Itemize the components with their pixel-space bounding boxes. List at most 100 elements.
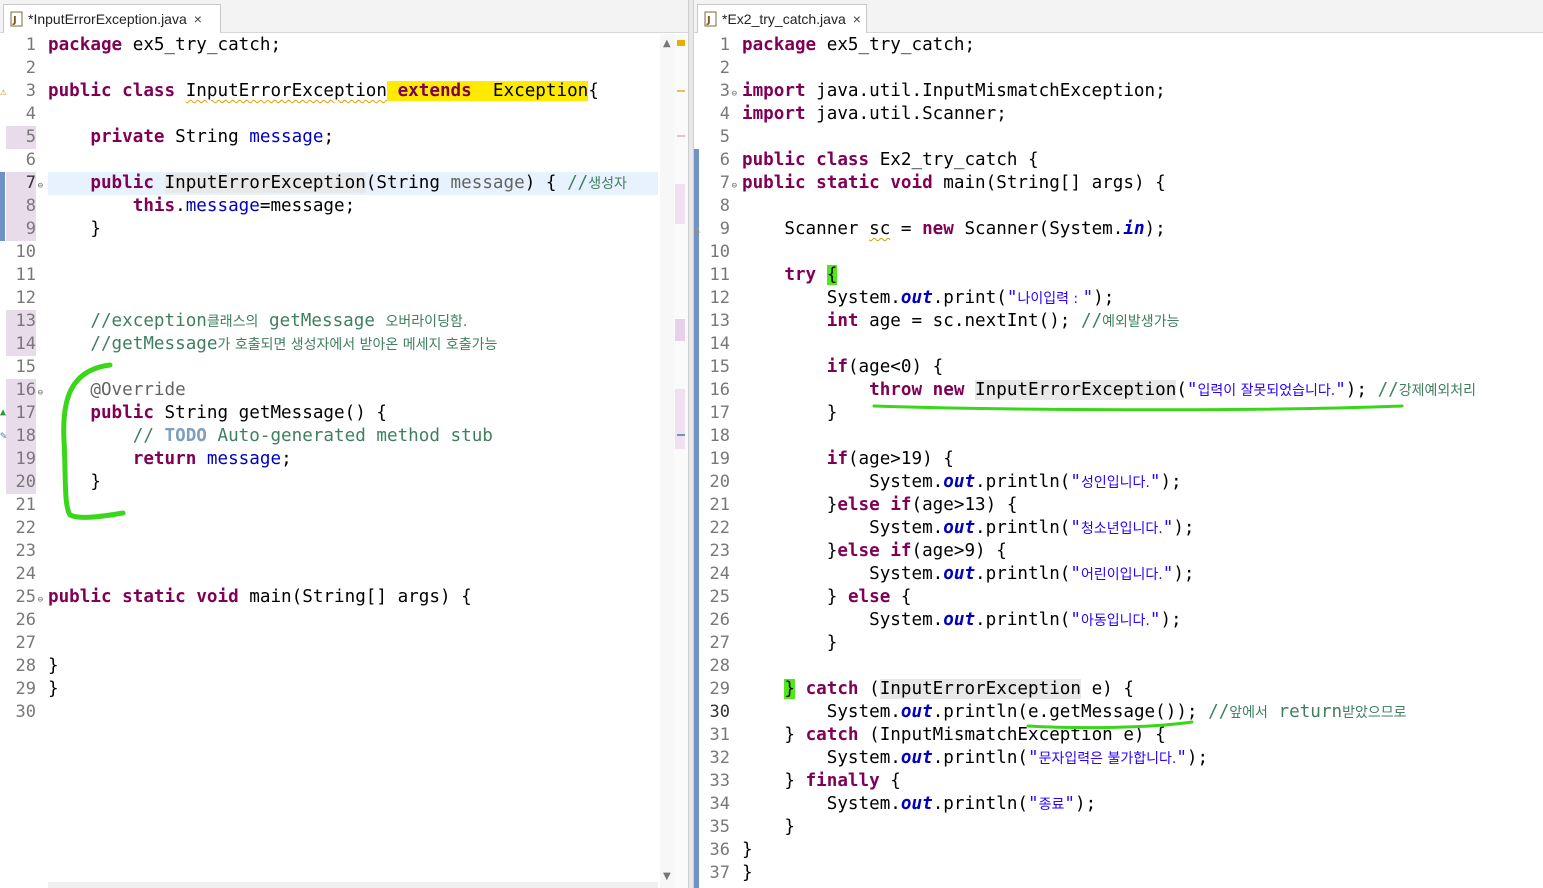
line-number: 18 [6,425,36,448]
line-number: 18 [709,426,730,446]
line-number: 24 [709,564,730,584]
line-number: 1 [25,35,36,55]
left-vertical-scrollbar[interactable]: ▲ ▼ [660,34,674,888]
line-number: 4 [719,104,730,124]
line-number: 17 [6,402,36,425]
left-editor-pane: J *InputErrorException.java × 1 2 3 4 5 6 7 ⊖ 8 9… [0,0,688,888]
line-number: 23 [709,541,730,561]
line-number: 19 [709,449,730,469]
line-number: 16 [709,380,730,400]
line-number: 31 [709,725,730,745]
line-number: 11 [15,265,36,285]
line-number: 3 ⊖ [700,80,737,103]
line-number: 27 [709,633,730,653]
line-number: 22 [15,518,36,538]
svg-text:J: J [12,15,17,26]
line-number: 6 [719,150,730,170]
tab-title: *InputErrorException.java [28,11,187,27]
line-number: 25 ⊖ [6,586,43,609]
line-number: 29 [709,679,730,699]
line-number: 21 [709,495,730,515]
line-number: 12 [15,288,36,308]
line-number: 13 [709,311,730,331]
line-number: 9 [6,218,36,241]
warning-icon: ⚠ [0,85,7,98]
right-code-text[interactable]: package ex5_try_catch; import java.util.… [742,34,1527,888]
line-number: 32 [709,748,730,768]
tab-input-error-exception[interactable]: J *InputErrorException.java × [3,4,221,33]
line-number: 28 [709,656,730,676]
line-number: 5 [6,126,36,149]
line-number: 26 [15,610,36,630]
line-number: 7 ⊖ [700,172,737,195]
left-code-editor[interactable]: 1 2 3 4 5 6 7 ⊖ 8 9 10 11 12 13 14 15 16 ⊖ 17 18 19 20 21 22 23 2… [0,34,688,888]
line-number: 20 [709,472,730,492]
line-number: 26 [709,610,730,630]
line-number: 3 [25,81,36,101]
line-number: 15 [709,357,730,377]
matching-bracket: } [784,679,795,699]
warning-icon: ⚠ [694,223,701,236]
task-icon: ✎ [0,429,7,442]
override-triangle-icon: ▲ [0,407,7,418]
fold-icon[interactable]: ⊖ [38,382,43,405]
line-number: 16 ⊖ [6,379,43,402]
line-number: 8 [6,195,36,218]
line-number: 34 [709,794,730,814]
line-number: 10 [709,242,730,262]
scroll-up-icon[interactable]: ▲ [663,38,671,49]
line-number: 2 [25,58,36,78]
matching-bracket: { [826,265,838,285]
line-number: 2 [719,58,730,78]
left-code-text[interactable]: package ex5_try_catch; public class Inpu… [48,34,658,888]
close-icon[interactable]: × [194,11,202,27]
line-number: 29 [15,679,36,699]
line-number: 36 [709,840,730,860]
line-number: 22 [709,518,730,538]
line-number: 4 [25,104,36,124]
fold-icon[interactable]: ⊖ [38,589,43,612]
line-number: 30 [15,702,36,722]
line-number: 14 [6,333,36,356]
left-horizontal-scrollbar[interactable] [48,882,658,888]
fold-icon[interactable]: ⊖ [38,175,43,198]
line-number: 30 [709,702,730,722]
java-file-icon: J [704,11,718,27]
left-tab-bar: J *InputErrorException.java × [0,0,688,33]
right-line-number-gutter: 1 2 3 ⊖ 4 5 6 7 ⊖ 8 9 10 11 12 13 14 15 16 17 18 19 20 21 22 23 2… [700,34,737,888]
line-number: 25 [709,587,730,607]
tab-ex2-try-catch[interactable]: J *Ex2_try_catch.java × [697,4,867,33]
line-number: 17 [709,403,730,423]
left-overview-ruler[interactable] [674,34,688,888]
line-number: 6 [25,150,36,170]
line-number: 23 [15,541,36,561]
scroll-down-icon[interactable]: ▼ [663,871,671,882]
left-line-number-gutter: 1 2 3 4 5 6 7 ⊖ 8 9 10 11 12 13 14 15 16 ⊖ 17 18 19 20 21 22 23 2… [6,34,43,888]
class-name-warning: InputErrorException [185,81,387,101]
right-code-editor[interactable]: 1 2 3 ⊖ 4 5 6 7 ⊖ 8 9 10 11 12 13 14 15 16 17 18 19 20 21 22 23 2… [694,34,1543,888]
fold-icon[interactable]: ⊖ [732,83,737,106]
line-number: 8 [719,196,730,216]
line-number: 15 [15,357,36,377]
line-number: 27 [15,633,36,653]
line-number: 1 [719,35,730,55]
line-number: 10 [15,242,36,262]
fold-icon[interactable]: ⊖ [732,175,737,198]
line-number: 7 ⊖ [6,172,43,195]
line-number: 24 [15,564,36,584]
close-icon[interactable]: × [853,11,861,27]
line-number: 19 [6,448,36,471]
tab-title: *Ex2_try_catch.java [722,11,846,27]
line-number: 21 [15,495,36,515]
line-number: 13 [6,310,36,333]
line-number: 37 [709,863,730,883]
line-number: 35 [709,817,730,837]
line-number: 12 [709,288,730,308]
right-tab-bar: J *Ex2_try_catch.java × [694,0,1543,33]
line-number: 9 [719,219,730,239]
line-number: 5 [719,127,730,147]
line-number: 11 [709,265,730,285]
right-editor-pane: J *Ex2_try_catch.java × 1 2 3 ⊖ 4 5 6 7 ⊖ 8 9 10 11 1… [694,0,1543,888]
java-file-icon: J [10,11,24,27]
line-number: 28 [15,656,36,676]
